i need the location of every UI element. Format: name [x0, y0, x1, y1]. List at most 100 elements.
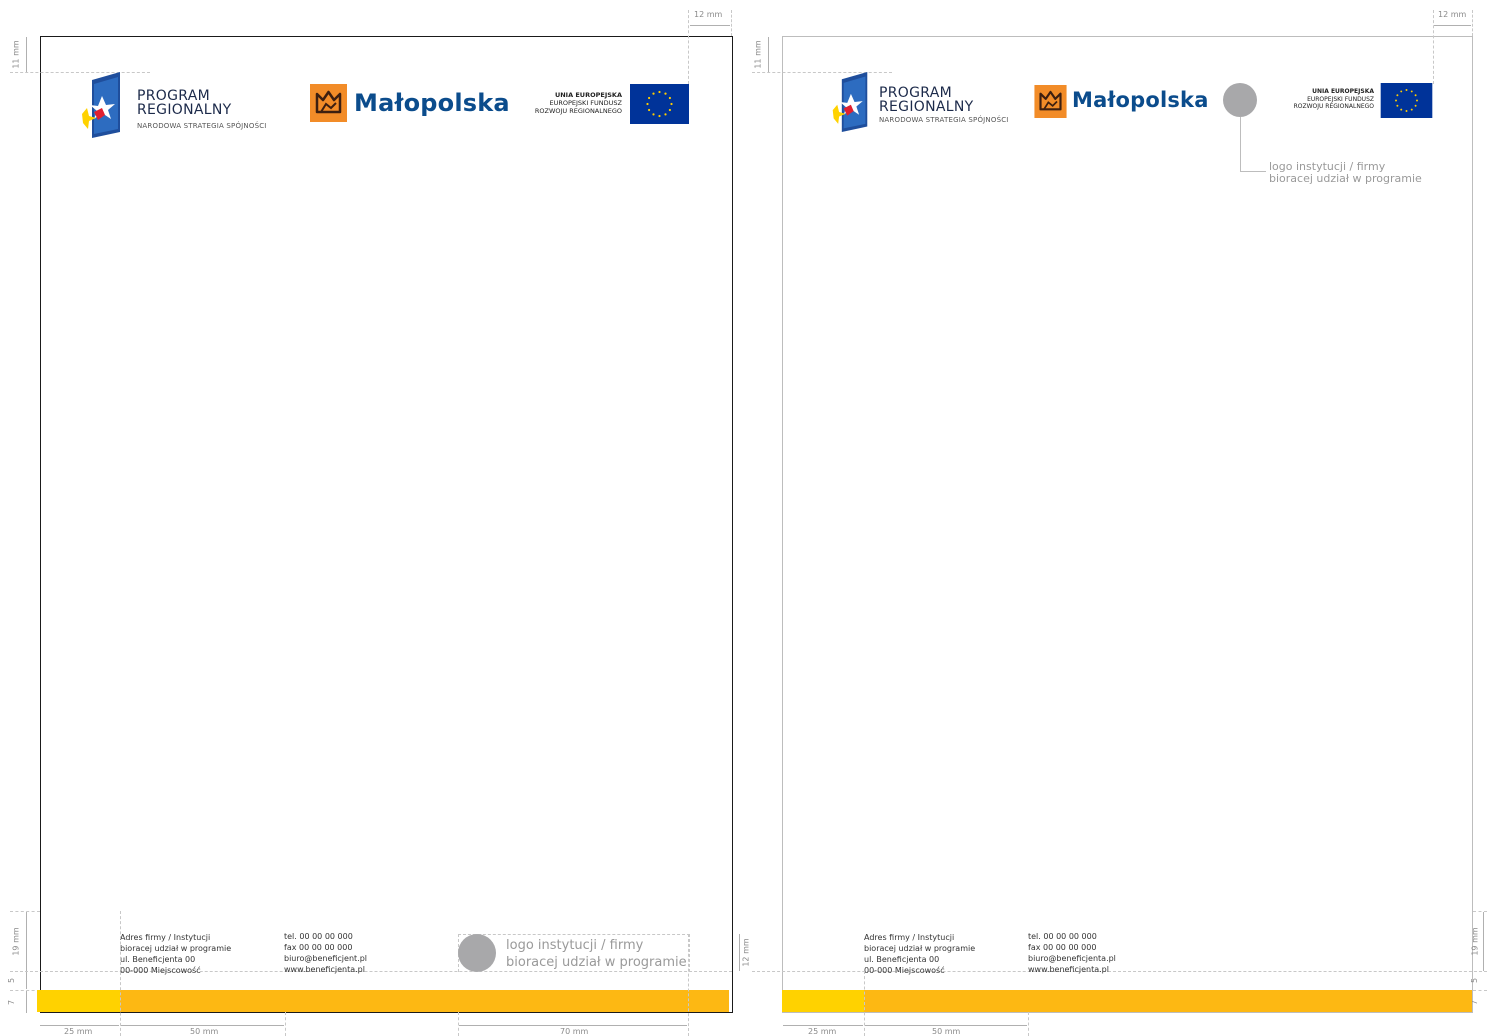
guide-line — [10, 911, 40, 912]
dimension-top-right: 12 mm — [694, 10, 723, 19]
dimension-left-margin: 25 mm — [808, 1027, 837, 1036]
footer-bar-yellow — [37, 990, 120, 1012]
dimension-arrow — [1434, 25, 1471, 26]
dimension-footer-height: 19 mm — [1470, 927, 1480, 956]
guide-line — [1028, 1012, 1029, 1036]
program-line2: REGIONALNY — [137, 102, 232, 118]
dimension-arrow — [26, 37, 27, 72]
malopolska-crown-icon — [1034, 85, 1067, 118]
address-line: 00-000 Miejscowość — [120, 966, 201, 975]
contact-line: tel. 00 00 00 000 — [284, 932, 353, 941]
dimension-arrow — [459, 1025, 687, 1026]
malopolska-logo: Małopolska — [310, 84, 510, 124]
footer-bar-orange — [864, 990, 1472, 1012]
address-line: 00-000 Miejscowość — [864, 966, 945, 975]
program-regionalny-logo: PROGRAM REGIONALNY NARODOWA STRATEGIA SP… — [80, 72, 280, 138]
program-regionalny-flag-icon — [832, 72, 868, 132]
program-regionalny-flag-icon — [82, 72, 120, 138]
dimension-arrow — [865, 1025, 1027, 1026]
dimension-top-left: 11 mm — [11, 40, 21, 69]
guide-line — [1433, 10, 1434, 84]
dimension-arrow — [26, 991, 27, 1013]
malopolska-logo: Małopolska — [1034, 85, 1208, 119]
footer-bar-yellow — [782, 990, 864, 1012]
dimension-footer-height: 19 mm — [11, 927, 21, 956]
guide-line — [285, 1012, 286, 1036]
footer-address: Adres firmy / Instytucji bioracej udział… — [120, 932, 231, 976]
dimension-arrow — [121, 1025, 284, 1026]
contact-line: www.beneficjenta.pl — [284, 965, 365, 974]
address-line: bioracej udział w programie — [120, 944, 232, 953]
guide-line — [864, 971, 865, 1036]
address-line: ul. Beneficjenta 00 — [864, 955, 940, 964]
guide-line — [458, 1012, 459, 1036]
dimension-bottom-b: 5 — [7, 977, 17, 984]
address-line: Adres firmy / Instytucji — [864, 933, 955, 942]
eu-flag-icon — [630, 84, 689, 124]
header-logo-note: logo instytucji / firmy bioracej udział … — [1269, 160, 1422, 185]
program-line1: PROGRAM — [879, 85, 952, 101]
guide-line — [1473, 911, 1487, 912]
dimension-arrow — [40, 1025, 119, 1026]
malopolska-crown-icon — [310, 84, 347, 122]
ue-text-block: UNIA EUROPEJSKA EUROPEJSKI FUNDUSZ ROZWO… — [1266, 88, 1374, 111]
letterhead-page-left — [40, 36, 733, 1013]
contact-line: biuro@beneficjent.pl — [284, 954, 368, 963]
ue-line2: EUROPEJSKI FUNDUSZ — [1307, 95, 1374, 103]
dimension-bottom-a: 7 — [7, 999, 17, 1006]
guide-line — [731, 10, 732, 36]
dimension-arrow — [690, 25, 730, 26]
dimension-logo-box-width: 70 mm — [560, 1027, 589, 1036]
footer-contact: tel. 00 00 00 000 fax 00 00 00 000 biuro… — [1028, 931, 1116, 975]
leader-line — [1240, 117, 1241, 171]
footer-contact: tel. 00 00 00 000 fax 00 00 00 000 biuro… — [284, 931, 367, 975]
dimension-arrow — [1483, 912, 1484, 971]
ue-text-block: UNIA EUROPEJSKA EUROPEJSKI FUNDUSZ ROZWO… — [505, 91, 622, 115]
ue-line2: EUROPEJSKI FUNDUSZ — [549, 99, 622, 107]
ue-line1: UNIA EUROPEJSKA — [554, 91, 622, 99]
dimension-arrow — [26, 912, 27, 971]
guide-line — [752, 971, 1487, 972]
contact-line: www.beneficjenta.pl — [1028, 965, 1109, 974]
ue-line3: ROZWOJU REGIONALNEGO — [534, 107, 622, 115]
program-regionalny-logo: PROGRAM REGIONALNY NARODOWA STRATEGIA SP… — [829, 72, 1029, 138]
address-line: Adres firmy / Instytucji — [120, 933, 211, 942]
dimension-arrow — [26, 972, 27, 989]
guide-line — [1473, 990, 1487, 991]
dimension-top-left: 11 mm — [753, 40, 763, 69]
program-subtitle: NARODOWA STRATEGIA SPÓJNOŚCI — [879, 116, 1009, 124]
malopolska-text: Małopolska — [1072, 88, 1209, 112]
program-subtitle: NARODOWA STRATEGIA SPÓJNOŚCI — [137, 122, 267, 130]
dimension-top-right: 12 mm — [1438, 10, 1467, 19]
address-line: bioracej udział w programie — [864, 944, 976, 953]
contact-line: biuro@beneficjenta.pl — [1028, 954, 1116, 963]
guide-line — [120, 911, 121, 1036]
contact-line: fax 00 00 00 000 — [1028, 943, 1097, 952]
dimension-arrow — [739, 934, 740, 971]
footer-address: Adres firmy / Instytucji bioracej udział… — [864, 932, 975, 976]
logo-placeholder-note: logo instytucji / firmy bioracej udział … — [506, 938, 687, 970]
program-line1: PROGRAM — [137, 88, 210, 104]
guide-line — [10, 990, 40, 991]
dimension-arrow — [768, 37, 769, 72]
guide-line — [688, 10, 689, 84]
leader-line — [1240, 171, 1266, 172]
address-line: ul. Beneficjenta 00 — [120, 955, 196, 964]
footer-bar-orange — [120, 990, 729, 1012]
contact-line: fax 00 00 00 000 — [284, 943, 353, 952]
logo-placeholder-circle — [458, 934, 496, 972]
dimension-left-margin: 25 mm — [64, 1027, 93, 1036]
ue-line3: ROZWOJU REGIONALNEGO — [1293, 103, 1374, 110]
dimension-arrow — [783, 1025, 863, 1026]
guide-line — [688, 934, 689, 1036]
malopolska-text: Małopolska — [354, 89, 510, 117]
dimension-logo-box-height: 12 mm — [741, 938, 751, 967]
eu-flag-icon — [1380, 83, 1433, 118]
guide-line — [1472, 10, 1473, 36]
ue-line1: UNIA EUROPEJSKA — [1312, 88, 1374, 95]
dimension-address-width: 50 mm — [190, 1027, 219, 1036]
program-line2: REGIONALNY — [879, 99, 974, 115]
contact-line: tel. 00 00 00 000 — [1028, 932, 1097, 941]
header-logo-placeholder-circle — [1223, 83, 1257, 117]
dimension-bottom-b: 5 — [1470, 977, 1480, 984]
